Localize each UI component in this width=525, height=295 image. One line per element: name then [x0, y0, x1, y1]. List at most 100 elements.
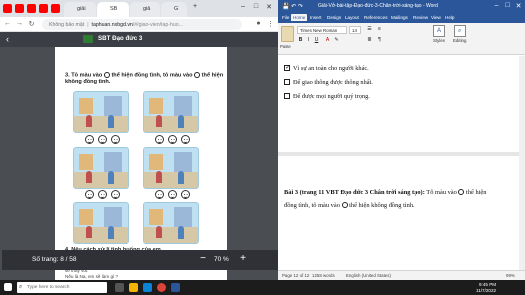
youtube-tab-icon[interactable]: [39, 4, 48, 13]
tab-giai-2[interactable]: giả: [130, 2, 160, 17]
maximize-icon[interactable]: □: [251, 3, 261, 10]
italic-button[interactable]: I: [305, 37, 312, 43]
checkbox-icon[interactable]: [284, 79, 290, 85]
reload-icon[interactable]: ↻: [27, 20, 36, 28]
word-window: 💾 ↶ ↷ Giải-Vở-bài-tập-Đạo-đức-3-Chân-trờ…: [278, 0, 525, 280]
status-page[interactable]: Page 12 of 12: [282, 273, 309, 278]
bold-button[interactable]: B: [297, 37, 304, 43]
tab-home[interactable]: Home: [291, 14, 308, 21]
illustration-6: [143, 202, 199, 244]
illustration-5: [73, 202, 129, 244]
status-bar: Page 12 of 12 1258 words English (United…: [278, 270, 525, 280]
youtube-tab-icon[interactable]: [27, 4, 36, 13]
task3-text: 3. Tô màu vào thể hiện đồng tình, tô màu…: [65, 72, 224, 86]
face-options: [85, 135, 125, 144]
viewer-back-icon[interactable]: ‹: [6, 34, 9, 44]
pdf-viewer[interactable]: 3. Tô màu vào thể hiện đồng tình, tô màu…: [0, 47, 278, 280]
insecure-warning: Không bảo mật: [49, 22, 85, 28]
url-host: taphuan.nxbgd.vn: [91, 22, 133, 28]
profile-icon[interactable]: ●: [254, 20, 263, 27]
edge-icon[interactable]: [143, 283, 152, 292]
menu-icon[interactable]: ⋮: [266, 20, 275, 28]
ribbon-home: Paste Times New Roman 14 B I U A ✎ ☰ ≡ ≣…: [278, 23, 525, 55]
word-maximize-icon[interactable]: □: [503, 2, 512, 9]
search-icon: ⌕: [19, 284, 23, 290]
back-icon[interactable]: ←: [3, 20, 12, 27]
tab-review[interactable]: Review: [411, 14, 430, 21]
page-indicator: Số trang: 8 / 58: [32, 256, 77, 263]
chrome-icon[interactable]: [157, 283, 166, 292]
highlight-button[interactable]: ✎: [333, 37, 340, 43]
clock-time: 9:45 PM: [479, 282, 497, 287]
font-color-button[interactable]: A: [324, 37, 331, 43]
font-size-select[interactable]: 14: [349, 26, 361, 34]
paragraph-mark-button[interactable]: ¶: [376, 37, 383, 43]
checklist-item: Để được mọi người quý trọng.: [284, 93, 370, 100]
zoom-out-button[interactable]: −: [198, 253, 208, 264]
book-icon: [83, 35, 93, 43]
word-window-title: Giải-Vở-bài-tập-Đạo-đức-3-Chân-trời-sáng…: [318, 3, 438, 9]
tab-insert[interactable]: Insert: [308, 14, 324, 21]
page-upper[interactable]: Vì sự an toàn cho người khác. Để giao th…: [278, 56, 525, 152]
vertical-scrollbar[interactable]: [519, 56, 525, 270]
youtube-tab-icon[interactable]: [51, 4, 60, 13]
styles-icon: A: [433, 25, 445, 37]
youtube-tab-icon[interactable]: [3, 4, 12, 13]
tab-layout[interactable]: Layout: [343, 14, 361, 21]
page-lower[interactable]: Bài 3 (trang 11 VBT Đạo đức 3 Chân trời …: [278, 156, 525, 270]
system-clock[interactable]: 9:45 PM 11/7/2022: [476, 282, 496, 293]
checkbox-checked-icon[interactable]: [284, 64, 290, 71]
page-number[interactable]: 8 / 58: [60, 256, 76, 263]
youtube-tab-icon[interactable]: [15, 4, 24, 13]
book-page: 3. Tô màu vào thể hiện đồng tình, tô màu…: [55, 47, 227, 280]
font-family-select[interactable]: Times New Roman: [297, 26, 347, 34]
editing-button[interactable]: ⌕ Editing: [453, 25, 466, 43]
quick-access-icons[interactable]: 💾 ↶ ↷: [282, 3, 303, 10]
document-canvas: Vì sự an toàn cho người khác. Để giao th…: [278, 56, 525, 270]
tab-mailings[interactable]: Mailings: [389, 14, 410, 21]
url-path: /#/giao-vien/tap-huo...: [132, 22, 183, 28]
tab-strip: giải SB giả G + – □ ✕: [0, 0, 278, 17]
status-zoom[interactable]: 99%: [506, 273, 515, 278]
word-icon[interactable]: [171, 283, 180, 292]
paste-label: Paste: [280, 44, 291, 49]
word-minimize-icon[interactable]: –: [492, 2, 501, 9]
document-title: SBT Đạo đức 3: [98, 35, 143, 42]
tab-references[interactable]: References: [362, 14, 390, 21]
file-explorer-icon[interactable]: [129, 283, 138, 292]
url-input[interactable]: Không bảo mật | taphuan.nxbgd.vn/#/giao-vi…: [42, 19, 242, 30]
new-tab-icon[interactable]: +: [190, 3, 200, 10]
status-language[interactable]: English (United States): [346, 273, 391, 278]
face-options: [155, 135, 195, 144]
tab-giai[interactable]: giải: [64, 2, 96, 17]
underline-button[interactable]: U: [313, 37, 320, 43]
tab-sbt-active[interactable]: SB: [97, 2, 129, 17]
zoom-in-button[interactable]: +: [238, 253, 248, 264]
task-view-icon[interactable]: [115, 283, 124, 292]
minimize-icon[interactable]: –: [238, 3, 248, 10]
close-icon[interactable]: ✕: [264, 3, 274, 11]
browser-window: giải SB giả G + – □ ✕ ← → ↻ Không bảo mậ…: [0, 0, 278, 280]
tab-help[interactable]: Help: [443, 14, 456, 21]
windows-start-icon[interactable]: [4, 283, 12, 291]
tab-google[interactable]: G: [161, 2, 187, 17]
search-icon: ⌕: [453, 25, 466, 37]
align-center-button[interactable]: ≣: [366, 37, 373, 43]
tab-design[interactable]: Design: [325, 14, 343, 21]
forward-icon[interactable]: →: [15, 20, 24, 27]
taskbar-search-input[interactable]: ⌕ Type here to search: [17, 282, 107, 293]
smile-face-icon: [103, 72, 110, 78]
bullets-button[interactable]: ☰: [366, 26, 373, 32]
checklist-item: Vì sự an toàn cho người khác.: [284, 64, 369, 72]
viewer-header: ‹ SBT Đạo đức 3: [0, 32, 278, 47]
tab-view[interactable]: View: [429, 14, 443, 21]
styles-button[interactable]: A Styles: [433, 25, 445, 43]
align-button[interactable]: ≡: [376, 26, 383, 32]
viewer-controls: Số trang: 8 / 58 − 70 % +: [2, 250, 278, 270]
checkbox-icon[interactable]: [284, 93, 290, 99]
paste-button[interactable]: [281, 26, 294, 42]
taskbar: ⌕ Type here to search 9:45 PM 11/7/2022: [0, 280, 525, 295]
tab-file[interactable]: File: [280, 14, 291, 21]
status-words[interactable]: 1258 words: [312, 273, 335, 278]
word-close-icon[interactable]: ✕: [514, 2, 523, 10]
